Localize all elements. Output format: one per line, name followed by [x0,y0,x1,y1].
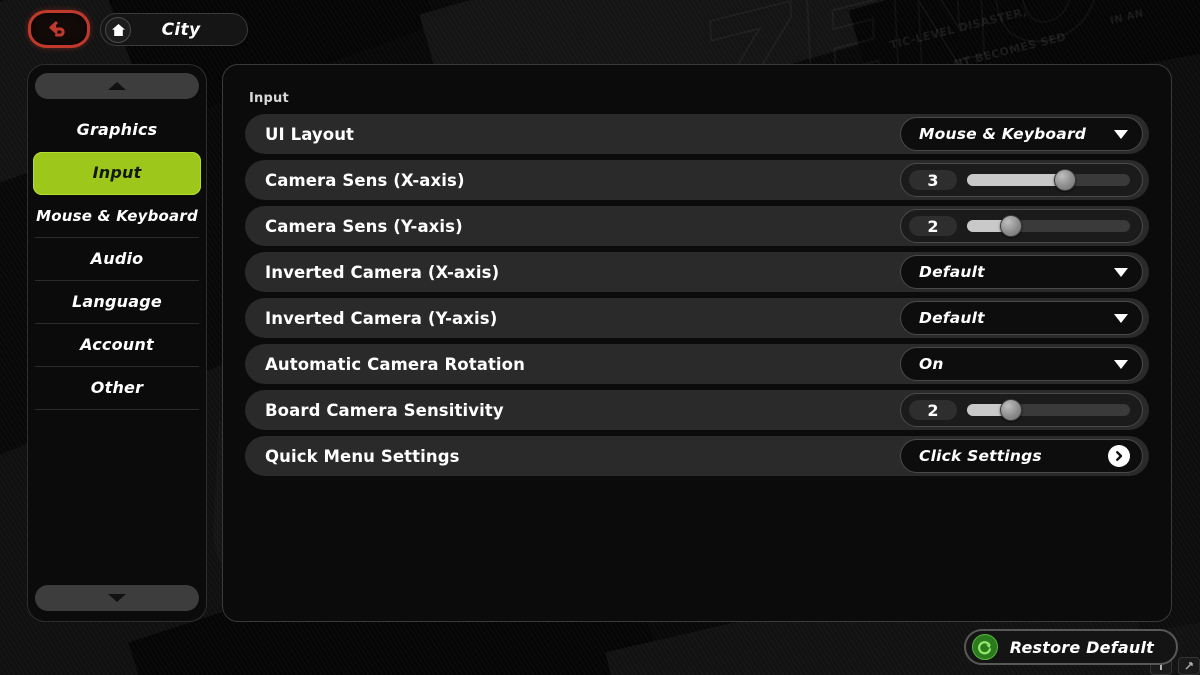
settings-sidebar: Graphics Input Mouse & Keyboard Audio Langua… [27,64,207,622]
top-bar: City [0,0,1200,58]
setting-action-button[interactable]: Click Settings [900,439,1143,473]
sidebar-item-account[interactable]: Account [33,324,201,367]
setting-dropdown-value: On [919,355,944,373]
sidebar-scroll-down-button[interactable] [35,585,199,611]
setting-row-label: UI Layout [265,124,355,144]
setting-action-label: Click Settings [919,447,1042,465]
home-location-button[interactable]: City [100,13,248,46]
setting-row: Automatic Camera Rotation On [245,344,1149,384]
setting-slider-track-wrap[interactable] [967,169,1130,191]
setting-dropdown[interactable]: Default [900,301,1143,335]
setting-dropdown[interactable]: Mouse & Keyboard [900,117,1143,151]
setting-row-label: Camera Sens (X-axis) [265,170,465,190]
setting-dropdown-value: Mouse & Keyboard [919,125,1087,143]
sidebar-item-label: Language [72,292,162,312]
home-icon [105,16,131,43]
setting-slider-track-wrap[interactable] [967,215,1130,237]
sidebar-item-other[interactable]: Other [33,367,201,410]
setting-row: UI Layout Mouse & Keyboard [245,114,1149,154]
setting-row: Camera Sens (X-axis) 3 [245,160,1149,200]
chevron-right-icon [1108,445,1130,467]
chevron-down-icon [1114,267,1128,277]
setting-row-label: Automatic Camera Rotation [265,354,525,374]
setting-row: Board Camera Sensitivity 2 [245,390,1149,430]
setting-dropdown-value: Default [919,309,985,327]
setting-slider-value-box: 3 [909,170,957,190]
sidebar-item-label: Audio [90,249,144,269]
setting-slider[interactable]: 2 [900,209,1143,243]
location-label: City [161,19,201,40]
setting-row: Inverted Camera (X-axis) Default [245,252,1149,292]
setting-row-label: Inverted Camera (Y-axis) [265,308,498,328]
setting-slider[interactable]: 2 [900,393,1143,427]
setting-slider[interactable]: 3 [900,163,1143,197]
setting-row: Camera Sens (Y-axis) 2 [245,206,1149,246]
setting-dropdown[interactable]: On [900,347,1143,381]
sidebar-item-input[interactable]: Input [33,152,201,195]
sidebar-item-label: Mouse & Keyboard [36,206,198,225]
sidebar-item-label: Other [90,378,144,398]
panel-title: Input [249,91,289,106]
sidebar-item-mouse-keyboard[interactable]: Mouse & Keyboard [33,195,201,238]
restore-default-label: Restore Default [1009,637,1154,657]
undo-arrow-icon [47,19,71,39]
hint-key-icon-2 [1178,657,1200,675]
setting-slider-knob[interactable] [1000,399,1022,421]
restore-default-button[interactable]: Restore Default [963,629,1178,665]
settings-panel: Input UI Layout Mouse & Keyboard Camera Se… [222,64,1172,622]
setting-dropdown[interactable]: Default [900,255,1143,289]
setting-row-label: Quick Menu Settings [265,446,460,466]
sidebar-scroll-up-button[interactable] [35,73,199,99]
setting-slider-value-box: 2 [909,400,957,420]
setting-slider-value-box: 2 [909,216,957,236]
settings-rows: UI Layout Mouse & Keyboard Camera Sens (X-… [245,114,1149,476]
sidebar-item-graphics[interactable]: Graphics [33,109,201,152]
setting-row: Inverted Camera (Y-axis) Default [245,298,1149,338]
setting-slider-value: 2 [927,400,939,420]
setting-dropdown-value: Default [919,263,985,281]
sidebar-nav-list: Graphics Input Mouse & Keyboard Audio Langua… [28,109,206,410]
chevron-up-icon [108,82,126,90]
setting-slider-track-wrap[interactable] [967,399,1130,421]
chevron-down-icon [108,594,126,602]
setting-slider-value: 3 [927,170,939,190]
setting-row-label: Board Camera Sensitivity [265,400,504,420]
sidebar-item-audio[interactable]: Audio [33,238,201,281]
chevron-down-icon [1114,359,1128,369]
chevron-down-icon [1114,313,1128,323]
setting-row-label: Inverted Camera (X-axis) [265,262,500,282]
setting-slider-value: 2 [927,216,939,236]
settings-screen: ZENO RU TIC-LEVEL DISASTER, NT BECOMES S… [0,0,1200,675]
sidebar-item-language[interactable]: Language [33,281,201,324]
setting-slider-fill [967,174,1065,186]
setting-slider-knob[interactable] [1000,215,1022,237]
sidebar-item-label: Graphics [76,120,158,140]
sidebar-item-label: Input [92,163,142,183]
setting-row: Quick Menu Settings Click Settings [245,436,1149,476]
sidebar-item-label: Account [80,335,154,355]
chevron-down-icon [1114,129,1128,139]
setting-row-label: Camera Sens (Y-axis) [265,216,463,236]
refresh-circle-icon [971,634,998,660]
setting-slider-knob[interactable] [1053,169,1076,191]
back-button[interactable] [28,10,90,48]
